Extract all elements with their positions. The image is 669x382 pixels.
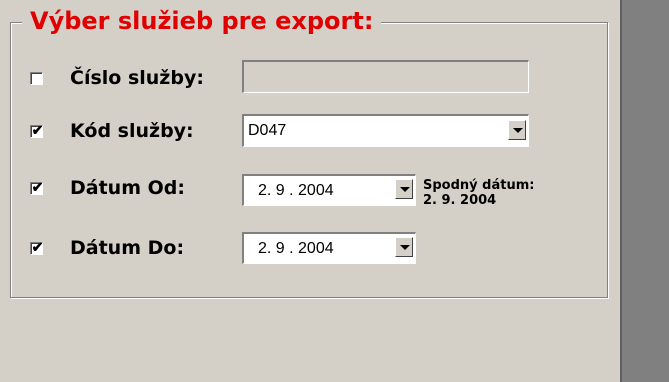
chevron-down-icon [400, 245, 410, 250]
kod-sluzby-combobox[interactable]: D047 [242, 114, 529, 147]
row-datum-od: ✔ Dátum Od: [30, 172, 230, 204]
chevron-down-icon [400, 187, 410, 192]
datum-od-value: 2. 9 . 2004 [258, 182, 334, 199]
group-title: Výber služieb pre export: [22, 6, 382, 36]
datum-do-value: 2. 9 . 2004 [258, 240, 334, 257]
datum-do-dropdown-button[interactable] [395, 237, 413, 257]
datum-od-label: Dátum Od: [70, 177, 185, 199]
side-panel [620, 0, 669, 382]
datum-do-label: Dátum Do: [70, 237, 185, 259]
datum-do-checkbox[interactable]: ✔ [30, 239, 43, 255]
lower-date-hint-value: 2. 9. 2004 [423, 193, 497, 208]
chevron-down-icon [513, 128, 523, 133]
lower-date-hint: Spodný dátum: 2. 9. 2004 [423, 178, 534, 208]
checkmark-icon: ✔ [31, 238, 44, 255]
cislo-sluzby-checkbox[interactable] [30, 71, 43, 85]
kod-sluzby-value: D047 [248, 122, 287, 139]
datum-od-datepicker[interactable]: 2. 9 . 2004 [242, 174, 416, 206]
checkmark-icon: ✔ [31, 178, 44, 195]
row-datum-do: ✔ Dátum Do: [30, 232, 230, 264]
datum-od-checkbox[interactable]: ✔ [30, 179, 43, 195]
datum-od-dropdown-button[interactable] [395, 179, 413, 199]
kod-sluzby-dropdown-button[interactable] [508, 120, 526, 140]
checkmark-icon: ✔ [31, 121, 44, 138]
kod-sluzby-label: Kód služby: [70, 120, 194, 142]
cislo-sluzby-label: Číslo služby: [70, 67, 204, 89]
cislo-sluzby-input[interactable] [242, 60, 529, 93]
lower-date-hint-label: Spodný dátum: [423, 178, 535, 193]
datum-do-datepicker[interactable]: 2. 9 . 2004 [242, 232, 416, 264]
kod-sluzby-checkbox[interactable]: ✔ [30, 122, 43, 138]
